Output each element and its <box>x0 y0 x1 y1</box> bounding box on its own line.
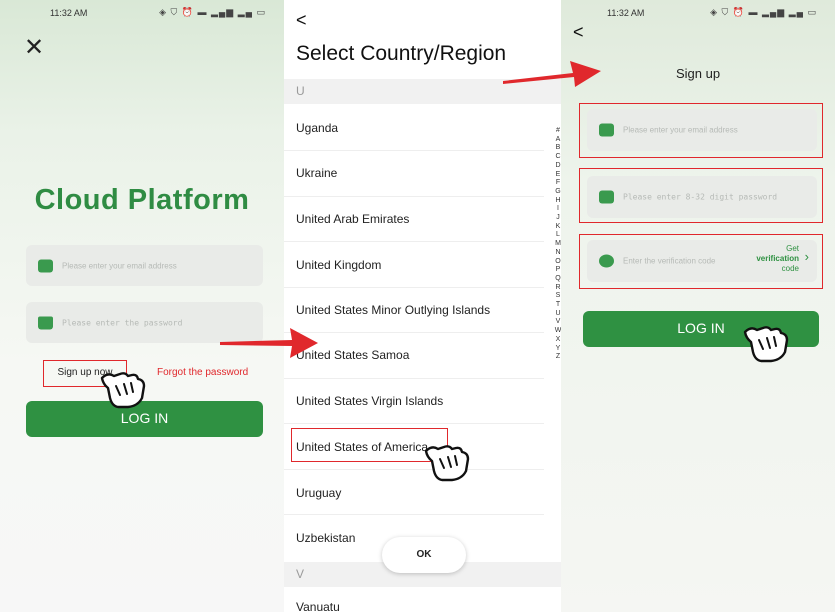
country-item[interactable]: United Arab Emirates <box>296 212 409 226</box>
brand-title: Cloud Platform <box>34 184 250 216</box>
sign-up-screen: 11:32 AM ◈ ⛉ ⏰ ▬ ▂▄▆ ▂▄ ▭ < Sign up Plea… <box>561 0 835 612</box>
get-code-line-3: code <box>781 264 799 273</box>
alphabet-letter[interactable]: O <box>554 258 561 267</box>
page-title: Select Country/Region <box>296 42 507 65</box>
back-icon[interactable]: < <box>573 22 584 43</box>
alphabet-letter[interactable]: V <box>554 318 561 327</box>
alphabet-letter[interactable]: R <box>554 284 561 293</box>
arrow-right-icon <box>503 61 601 87</box>
email-field[interactable]: Please enter your email address <box>26 245 263 286</box>
chevron-right-icon: › <box>804 249 809 264</box>
alphabet-letters[interactable]: # A B C D E F G H I J K L M N O P Q R S T U V W X Y Z <box>554 127 561 362</box>
login-screen: 11:32 AM ◈ ⛉ ⏰ ▬ ▂▄▆ ▂▄ ▭ ✕ Cloud Platfo… <box>0 0 284 612</box>
status-icons: ◈ ⛉ ⏰ ▬ ▂▄▆ ▂▄ ▭ <box>159 7 266 17</box>
close-icon[interactable]: ✕ <box>24 36 44 60</box>
get-verification-code-button[interactable]: Get verification code › <box>743 244 809 274</box>
alphabet-letter[interactable]: B <box>554 144 561 153</box>
divider <box>284 287 544 288</box>
get-code-line-1: Get <box>786 244 799 253</box>
status-bar: 11:32 AM ◈ ⛉ ⏰ ▬ ▂▄▆ ▂▄ ▭ <box>0 6 284 22</box>
email-placeholder: Please enter your email address <box>62 261 177 270</box>
alphabet-letter[interactable]: M <box>554 240 561 249</box>
alphabet-letter[interactable]: L <box>554 231 561 240</box>
pointing-hand-icon <box>100 372 146 409</box>
email-field[interactable]: Please enter your email address <box>587 109 817 151</box>
country-item[interactable]: United States Virgin Islands <box>296 394 443 408</box>
divider <box>284 196 544 197</box>
divider <box>284 332 544 333</box>
alphabet-index[interactable]: # A B C D E F G H I J K L M N O P Q R S T U V W X Y Z <box>554 127 561 362</box>
divider <box>284 378 544 379</box>
country-item[interactable]: Uganda <box>296 121 338 135</box>
status-time: 11:32 AM <box>607 8 645 18</box>
alphabet-letter[interactable]: Q <box>554 275 561 284</box>
lock-icon <box>38 316 53 329</box>
country-item[interactable]: Vanuatu <box>296 600 340 612</box>
country-item[interactable]: United Kingdom <box>296 258 381 272</box>
country-item[interactable]: United States Minor Outlying Islands <box>296 303 490 317</box>
alphabet-letter[interactable]: F <box>554 179 561 188</box>
key-icon <box>599 254 614 268</box>
alphabet-letter[interactable]: I <box>554 205 561 214</box>
country-item[interactable]: Uruguay <box>296 486 341 500</box>
status-bar: 11:32 AM ◈ ⛉ ⏰ ▬ ▂▄▆ ▂▄ ▭ <box>561 6 835 22</box>
alphabet-letter[interactable]: H <box>554 197 561 206</box>
alphabet-letter[interactable]: C <box>554 153 561 162</box>
alphabet-letter[interactable]: Z <box>554 353 561 362</box>
divider <box>284 514 544 515</box>
status-time: 11:32 AM <box>50 8 88 18</box>
alphabet-letter[interactable]: # <box>554 127 561 136</box>
alphabet-letter[interactable]: G <box>554 188 561 197</box>
pointing-hand-icon <box>424 445 470 482</box>
email-icon <box>599 123 614 137</box>
country-item[interactable]: Ukraine <box>296 166 337 180</box>
password-field[interactable]: Please enter 8-32 digit password <box>587 176 817 218</box>
alphabet-letter[interactable]: E <box>554 171 561 180</box>
alphabet-letter[interactable]: S <box>554 292 561 301</box>
email-placeholder: Please enter your email address <box>623 125 738 135</box>
alphabet-letter[interactable]: Y <box>554 345 561 354</box>
divider <box>284 423 544 424</box>
password-placeholder: Please enter 8-32 digit password <box>623 192 778 202</box>
pointing-hand-icon <box>743 326 789 363</box>
forgot-password-link[interactable]: Forgot the password <box>157 367 248 378</box>
ok-button[interactable]: OK <box>382 537 466 573</box>
back-icon[interactable]: < <box>296 10 307 31</box>
verification-code-field[interactable]: Enter the verification code Get verifica… <box>587 240 817 282</box>
divider <box>284 150 544 151</box>
alphabet-letter[interactable]: P <box>554 266 561 275</box>
divider <box>284 469 544 470</box>
country-select-screen: < Select Country/Region U Uganda Ukraine… <box>284 0 561 612</box>
arrow-right-icon <box>220 328 318 358</box>
password-placeholder: Please enter the password <box>62 318 183 327</box>
code-placeholder: Enter the verification code <box>623 256 716 266</box>
country-item[interactable]: Uzbekistan <box>296 531 355 545</box>
alphabet-letter[interactable]: A <box>554 136 561 145</box>
alphabet-letter[interactable]: T <box>554 301 561 310</box>
alphabet-letter[interactable]: J <box>554 214 561 223</box>
alphabet-letter[interactable]: U <box>554 310 561 319</box>
alphabet-letter[interactable]: D <box>554 162 561 171</box>
get-code-line-2: verification <box>756 254 799 263</box>
lock-icon <box>599 190 614 204</box>
alphabet-letter[interactable]: X <box>554 336 561 345</box>
email-icon <box>38 259 53 272</box>
status-icons: ◈ ⛉ ⏰ ▬ ▂▄▆ ▂▄ ▭ <box>710 7 817 17</box>
divider <box>284 241 544 242</box>
alphabet-letter[interactable]: K <box>554 223 561 232</box>
alphabet-letter[interactable]: N <box>554 249 561 258</box>
alphabet-letter[interactable]: W <box>554 327 561 336</box>
